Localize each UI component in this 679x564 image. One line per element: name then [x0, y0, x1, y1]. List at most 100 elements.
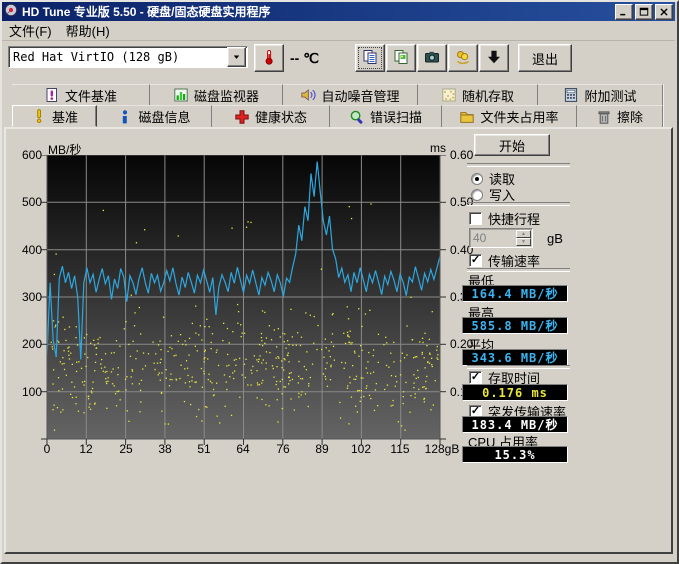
tab-extra-tests[interactable]: 附加测试	[538, 84, 663, 105]
erase-icon	[596, 109, 612, 125]
menu-file[interactable]: 文件(F)	[2, 19, 59, 42]
stepper-value: 40	[470, 231, 516, 245]
x-tick: 89	[300, 442, 344, 456]
stepper-up-icon[interactable]: ▲	[516, 230, 531, 238]
drive-select-value: Red Hat VirtIO (128 gB)	[9, 50, 227, 64]
temperature-value: --	[290, 50, 299, 66]
average-value-display: 343.6 MB/秒	[462, 349, 568, 366]
info-icon	[117, 109, 133, 125]
exit-label: 退出	[532, 49, 558, 68]
tab-file-benchmark[interactable]: 文件基准	[12, 84, 150, 105]
camera-icon	[424, 49, 440, 68]
temperature-unit: ℃	[303, 50, 319, 66]
short-stroke-checkbox[interactable]: 快捷行程	[469, 209, 540, 228]
start-button[interactable]: 开始	[474, 134, 550, 156]
y-left-tick: 400	[14, 243, 42, 257]
y-left-tick: 500	[14, 195, 42, 209]
y-right-axis-title: ms	[430, 141, 446, 155]
tab-label: 健康状态	[255, 107, 307, 126]
x-tick: 102	[339, 442, 383, 456]
benchmark-icon	[31, 108, 47, 124]
app-icon	[4, 3, 18, 20]
x-tick: 115	[378, 442, 422, 456]
divider	[467, 163, 570, 167]
size-unit-label: gB	[547, 231, 563, 246]
stepper-down-icon[interactable]: ▼	[516, 238, 531, 246]
radio-write[interactable]	[471, 189, 483, 201]
tab-disk-info[interactable]: 磁盘信息	[97, 105, 212, 127]
benchmark-chart	[41, 155, 447, 447]
tab-label: 磁盘信息	[138, 107, 190, 126]
tab-label: 自动噪音管理	[321, 86, 399, 105]
exit-button[interactable]: 退出	[518, 44, 572, 72]
tab-disk-monitor[interactable]: 磁盘监视器	[150, 84, 283, 105]
checkbox-checked[interactable]: ✓	[469, 371, 482, 384]
tab-aam[interactable]: 自动噪音管理	[283, 84, 418, 105]
folder-icon	[459, 109, 475, 125]
x-tick: 12	[64, 442, 108, 456]
copy-image-icon	[393, 49, 409, 68]
x-tick: 76	[261, 442, 305, 456]
x-tick: 64	[221, 442, 265, 456]
save-icon	[486, 49, 502, 68]
save-button[interactable]	[479, 44, 509, 72]
tab-error-scan[interactable]: 错误扫描	[330, 105, 442, 127]
minimize-icon	[619, 7, 629, 17]
tab-folder-usage[interactable]: 文件夹占用率	[442, 105, 577, 127]
temperature-readout: -- ℃	[290, 50, 319, 67]
donate-icon	[455, 49, 471, 68]
tab-label: 文件基准	[65, 86, 117, 105]
tab-label: 附加测试	[584, 86, 636, 105]
tab-health[interactable]: 健康状态	[212, 105, 330, 127]
temperature-button[interactable]	[254, 44, 284, 72]
random-access-icon	[441, 87, 457, 103]
divider	[467, 202, 570, 206]
window-title: HD Tune 专业版 5.50 - 硬盘/固态硬盘实用程序	[22, 3, 270, 20]
y-left-tick: 600	[14, 148, 42, 162]
disk-monitor-icon	[173, 87, 189, 103]
donate-button[interactable]	[448, 44, 478, 72]
x-tick: 0	[25, 442, 69, 456]
file-benchmark-icon	[44, 87, 60, 103]
x-tick: 38	[143, 442, 187, 456]
tab-label: 擦除	[617, 107, 643, 126]
radio-read[interactable]	[471, 173, 483, 185]
tab-strip-top: 文件基准 磁盘监视器 自动噪音管理 随机存取 附加测试	[12, 84, 663, 105]
y-left-tick: 300	[14, 290, 42, 304]
copy-text-button[interactable]	[355, 44, 385, 72]
maximum-value-display: 585.8 MB/秒	[462, 317, 568, 334]
chevron-down-icon[interactable]	[227, 47, 246, 67]
noise-icon	[300, 87, 316, 103]
burst-rate-display: 183.4 MB/秒	[462, 416, 568, 433]
checkbox-unchecked[interactable]	[469, 212, 482, 225]
tab-label: 磁盘监视器	[194, 86, 259, 105]
short-stroke-size-stepper[interactable]: 40 ▲▼	[469, 228, 533, 248]
maximize-button[interactable]	[635, 4, 653, 20]
tab-strip-bottom: 基准 磁盘信息 健康状态 错误扫描 文件夹占用率 擦除	[12, 105, 663, 129]
tab-label: 错误扫描	[370, 107, 422, 126]
x-tick: 51	[182, 442, 226, 456]
scan-icon	[349, 109, 365, 125]
copy-image-button[interactable]	[386, 44, 416, 72]
drive-select[interactable]: Red Hat VirtIO (128 gB)	[8, 46, 248, 68]
access-time-display: 0.176 ms	[462, 384, 568, 401]
start-label: 开始	[499, 136, 525, 155]
menu-help[interactable]: 帮助(H)	[59, 19, 117, 42]
tab-random-access[interactable]: 随机存取	[418, 84, 538, 105]
tab-label: 随机存取	[462, 86, 514, 105]
short-stroke-label: 快捷行程	[488, 209, 540, 228]
minimize-button[interactable]	[615, 4, 633, 20]
tab-erase[interactable]: 擦除	[577, 105, 663, 127]
tab-benchmark[interactable]: 基准	[12, 105, 97, 127]
checkbox-checked[interactable]: ✓	[469, 254, 482, 267]
close-button[interactable]	[655, 4, 673, 20]
screenshot-button[interactable]	[417, 44, 447, 72]
y-left-tick: 200	[14, 337, 42, 351]
x-tick: 25	[104, 442, 148, 456]
menu-bar: 文件(F) 帮助(H)	[2, 21, 675, 41]
y-left-tick: 100	[14, 385, 42, 399]
minimum-value-display: 164.4 MB/秒	[462, 285, 568, 302]
close-icon	[659, 7, 669, 17]
extra-tests-icon	[563, 87, 579, 103]
health-icon	[234, 109, 250, 125]
